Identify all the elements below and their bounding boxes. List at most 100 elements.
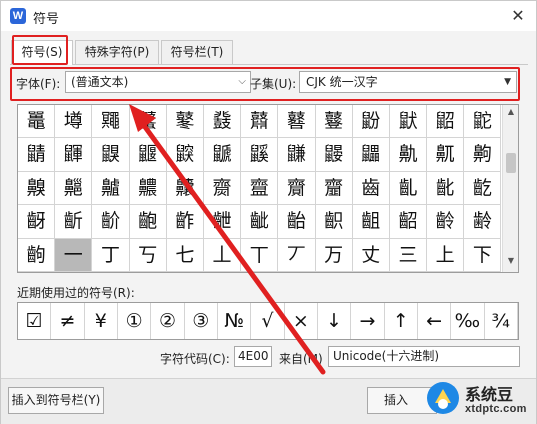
encoding-select-value: Unicode(十六进制) bbox=[333, 349, 440, 363]
symbol-cell[interactable]: 齞 bbox=[315, 205, 353, 239]
symbol-cell[interactable]: 鼶 bbox=[203, 138, 242, 172]
symbol-cell[interactable]: 齁 bbox=[464, 138, 502, 172]
symbol-cell[interactable]: 齚 bbox=[166, 205, 204, 239]
grid-scrollbar[interactable]: ▲ ▼ bbox=[502, 105, 518, 272]
symbol-cell[interactable]: 三 bbox=[389, 238, 428, 272]
symbol-cell[interactable]: 齘 bbox=[92, 205, 130, 239]
recent-symbol-cell[interactable]: ☑ bbox=[18, 303, 52, 339]
recent-symbol-cell[interactable]: √ bbox=[251, 303, 285, 339]
symbol-cell[interactable]: 鼗 bbox=[203, 105, 242, 139]
subset-select[interactable]: CJK 统一汉字 ▼ bbox=[299, 71, 517, 93]
recent-symbol-cell[interactable]: ↑ bbox=[385, 303, 418, 339]
symbol-cell[interactable]: 鼢 bbox=[352, 105, 390, 139]
symbol-cell[interactable]: 鼽 bbox=[389, 138, 428, 172]
scroll-up-icon[interactable]: ▲ bbox=[503, 107, 519, 121]
symbol-cell[interactable]: 齉 bbox=[166, 171, 204, 206]
recent-symbol-cell[interactable]: ¾ bbox=[485, 303, 518, 339]
tab-symbols[interactable]: 符号(S) bbox=[11, 40, 73, 65]
symbol-cell[interactable]: 上 bbox=[427, 238, 465, 272]
symbol-cell[interactable]: 丅 bbox=[241, 238, 279, 272]
symbol-cell[interactable]: 齈 bbox=[129, 171, 167, 206]
symbol-cell[interactable]: 鼣 bbox=[389, 105, 428, 139]
symbol-cell[interactable]: 齌 bbox=[203, 171, 242, 206]
recent-symbol-cell[interactable]: ≠ bbox=[51, 303, 85, 339]
font-select-value: (普通文本) bbox=[71, 75, 129, 89]
insert-to-symbol-bar-button[interactable]: 插入到符号栏(Y) bbox=[8, 387, 104, 414]
symbol-cell[interactable]: 鼜 bbox=[129, 105, 167, 139]
symbol-cell[interactable]: 鼟 bbox=[315, 105, 353, 139]
symbol-cell[interactable]: 齆 bbox=[55, 171, 93, 206]
char-code-input[interactable]: 4E00 bbox=[234, 346, 272, 367]
watermark: 系统豆 xtdptc.com bbox=[425, 378, 533, 422]
symbol-cell[interactable]: 丆 bbox=[278, 238, 316, 272]
symbol-cell[interactable]: 齠 bbox=[389, 205, 428, 239]
symbol-cell[interactable]: 鼴 bbox=[129, 138, 167, 172]
symbol-cell[interactable]: 鼧 bbox=[464, 105, 502, 139]
scroll-thumb[interactable] bbox=[506, 153, 516, 173]
symbol-cell[interactable]: 鼛 bbox=[278, 105, 316, 139]
symbol-cell[interactable]: 齓 bbox=[389, 171, 428, 206]
symbol-cell[interactable]: 鼺 bbox=[352, 138, 390, 172]
recent-symbol-cell[interactable]: ‰ bbox=[451, 303, 485, 339]
recent-symbol-cell[interactable]: № bbox=[218, 303, 252, 339]
symbol-cell[interactable]: 齖 bbox=[18, 205, 56, 239]
symbol-cell[interactable]: 齣 bbox=[18, 238, 56, 272]
symbol-cell[interactable]: 鼱 bbox=[18, 138, 56, 172]
symbol-cell[interactable]: 鼉 bbox=[18, 105, 56, 139]
recent-symbol-cell[interactable]: ③ bbox=[185, 303, 218, 339]
recent-symbol-cell[interactable]: ← bbox=[418, 303, 452, 339]
symbol-cell[interactable]: 丄 bbox=[203, 238, 242, 272]
symbol-cell[interactable]: 一 bbox=[55, 238, 93, 272]
symbol-cell[interactable]: 壿 bbox=[55, 105, 93, 139]
symbol-cell[interactable]: 齟 bbox=[352, 205, 390, 239]
recent-symbol-cell[interactable]: ↓ bbox=[318, 303, 352, 339]
dialog-title: 符号 bbox=[33, 12, 60, 27]
symbol-cell[interactable]: 鼳 bbox=[92, 138, 130, 172]
symbol-cell[interactable]: 齇 bbox=[92, 171, 130, 206]
symbol-cell[interactable]: 齕 bbox=[464, 171, 502, 206]
symbol-cell[interactable]: 鼆 bbox=[92, 105, 130, 139]
symbol-cell[interactable]: 下 bbox=[464, 238, 502, 272]
symbol-cell[interactable]: 齏 bbox=[315, 171, 353, 206]
symbol-cell[interactable]: 鼦 bbox=[427, 105, 465, 139]
symbol-cell[interactable]: 齜 bbox=[241, 205, 279, 239]
symbol-cell[interactable]: 齙 bbox=[129, 205, 167, 239]
symbol-cell[interactable]: 鼷 bbox=[241, 138, 279, 172]
symbol-cell[interactable]: 齎 bbox=[278, 171, 316, 206]
symbol-cell[interactable]: 鼲 bbox=[55, 138, 93, 172]
recent-symbol-cell[interactable]: ① bbox=[118, 303, 152, 339]
symbol-cell[interactable]: 齔 bbox=[427, 171, 465, 206]
char-code-label: 字符代码(C): bbox=[160, 352, 230, 366]
symbol-cell[interactable]: 齗 bbox=[55, 205, 93, 239]
symbol-cell[interactable]: 齛 bbox=[203, 205, 242, 239]
font-select[interactable]: (普通文本) ⌵ bbox=[65, 71, 251, 93]
symbol-cell[interactable]: 齢 bbox=[464, 205, 502, 239]
symbol-dialog: W 符号 ✕ 符号(S) 特殊字符(P) 符号栏(T) 字体(F): (普通文本… bbox=[0, 0, 537, 424]
symbol-cell[interactable]: 齝 bbox=[278, 205, 316, 239]
symbol-cell[interactable]: 鼹 bbox=[315, 138, 353, 172]
symbol-cell[interactable]: 丁 bbox=[92, 238, 130, 272]
symbol-cell[interactable]: 齍 bbox=[241, 171, 279, 206]
symbol-cell[interactable]: 齡 bbox=[427, 205, 465, 239]
symbol-cell[interactable]: 齒 bbox=[352, 171, 390, 206]
symbol-cell[interactable]: 万 bbox=[315, 238, 353, 272]
symbol-cell[interactable]: 丂 bbox=[129, 238, 167, 272]
symbol-cell[interactable]: 鼕 bbox=[166, 105, 204, 139]
tab-special-characters[interactable]: 特殊字符(P) bbox=[75, 40, 159, 64]
scroll-down-icon[interactable]: ▼ bbox=[503, 256, 519, 270]
symbol-cell[interactable]: 丈 bbox=[352, 238, 390, 272]
recent-symbol-cell[interactable]: ¥ bbox=[85, 303, 118, 339]
recent-symbol-cell[interactable]: × bbox=[285, 303, 318, 339]
symbol-cell[interactable]: 鼸 bbox=[278, 138, 316, 172]
recent-symbol-cell[interactable]: ② bbox=[151, 303, 185, 339]
symbol-cell[interactable]: 鼘 bbox=[241, 105, 279, 139]
symbol-grid-container: 鼉壿鼆鼜鼕鼗鼘鼛鼟鼢鼣鼦鼧鼱鼲鼳鼴鼵鼶鼷鼸鼹鼺鼽鼿齁齅齆齇齈齉齌齍齎齏齒齓齔齕齖… bbox=[17, 104, 519, 273]
tab-symbol-bar[interactable]: 符号栏(T) bbox=[161, 40, 233, 64]
recent-symbol-cell[interactable]: → bbox=[351, 303, 385, 339]
symbol-cell[interactable]: 鼿 bbox=[427, 138, 465, 172]
symbol-cell[interactable]: 鼵 bbox=[166, 138, 204, 172]
encoding-select[interactable]: Unicode(十六进制) bbox=[328, 346, 520, 367]
close-icon[interactable]: ✕ bbox=[508, 6, 528, 26]
symbol-cell[interactable]: 七 bbox=[166, 238, 204, 272]
symbol-cell[interactable]: 齅 bbox=[18, 171, 56, 206]
